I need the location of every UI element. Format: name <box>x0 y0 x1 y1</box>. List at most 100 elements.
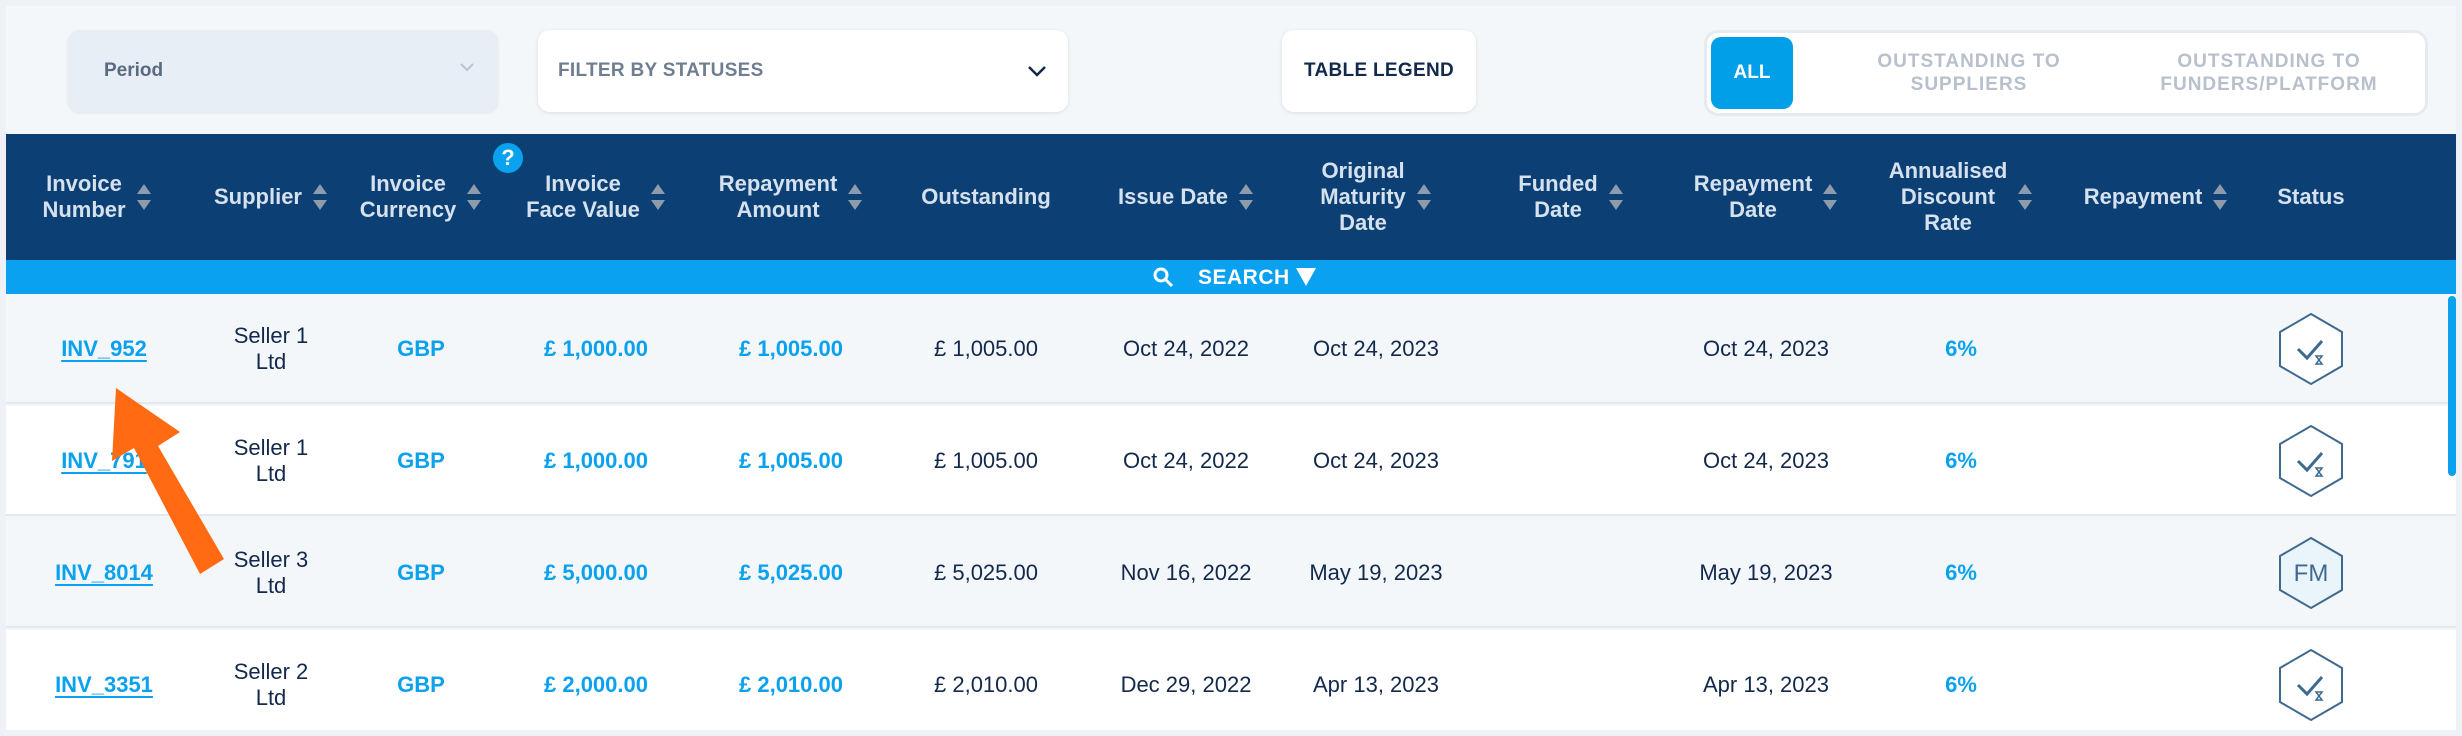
check-hexagon-icon[interactable] <box>2276 423 2346 499</box>
fm-hexagon-icon[interactable]: FM <box>2276 535 2346 611</box>
status-filter-placeholder: FILTER BY STATUSES <box>558 60 764 81</box>
period-dropdown[interactable]: Period <box>68 30 498 112</box>
repayment-amount-cell: £ 1,005.00 <box>739 448 843 473</box>
outstanding-cell: £ 1,005.00 <box>934 336 1038 361</box>
supplier-cell: Seller 3 Ltd <box>233 547 309 598</box>
column-header-annualised-discount-rate[interactable]: Annualised Discount Rate <box>1866 134 2056 260</box>
invoice-number-link: INV_8014 <box>6 518 202 628</box>
sort-icon <box>650 184 665 210</box>
segment-outstanding-to-funders[interactable]: OUTSTANDING TO FUNDERS/PLATFORM <box>2119 37 2419 109</box>
column-header-issue-date[interactable]: Issue Date <box>1086 134 1286 260</box>
table-row[interactable]: INV_3351 Seller 2 Ltd GBP £ 2,000.00 £ 2,010… <box>6 630 2456 730</box>
column-header-supplier[interactable]: Supplier <box>196 134 346 260</box>
status-filter-dropdown[interactable]: FILTER BY STATUSES <box>538 30 1068 112</box>
chevron-down-icon <box>460 63 474 72</box>
table-header: Invoice Number Supplier Invoice Currency… <box>6 134 2456 260</box>
invoice-link[interactable]: INV_8014 <box>55 560 153 586</box>
invoice-number-link: INV_952 <box>6 294 202 404</box>
currency-cell: GBP <box>397 560 445 585</box>
repayment-amount-cell: £ 2,010.00 <box>739 672 843 697</box>
check-hexagon-icon[interactable] <box>2276 647 2346 723</box>
supplier-cell: Seller 2 Ltd <box>233 659 309 710</box>
supplier-cell: Seller 1 Ltd <box>233 435 309 486</box>
help-icon[interactable]: ? <box>493 143 523 173</box>
table-row[interactable]: INV_791 Seller 1 Ltd GBP £ 1,000.00 £ 1,005.… <box>6 406 2456 516</box>
repayment-amount-cell: £ 5,025.00 <box>739 560 843 585</box>
status-cell <box>2256 406 2366 516</box>
outstanding-cell: £ 2,010.00 <box>934 672 1038 697</box>
face-value-cell: £ 1,000.00 <box>544 336 648 361</box>
chevron-down-icon <box>1028 66 1046 77</box>
column-header-repayment-date[interactable]: Repayment Date <box>1666 134 1866 260</box>
repayment-cell <box>2066 294 2246 404</box>
invoices-page: Period FILTER BY STATUSES TABLE LEGEND A… <box>6 6 2456 730</box>
issue-date-cell: Dec 29, 2022 <box>1120 672 1252 697</box>
repayment-date-cell: May 19, 2023 <box>1699 560 1833 585</box>
vertical-scrollbar[interactable] <box>2448 296 2456 476</box>
column-header-outstanding[interactable]: Outstanding <box>886 134 1086 260</box>
funded-date-cell <box>1476 630 1666 730</box>
repayment-date-cell: Oct 24, 2023 <box>1703 448 1829 473</box>
sort-icon <box>136 184 151 210</box>
maturity-date-cell: Oct 24, 2023 <box>1313 448 1439 473</box>
invoice-link[interactable]: INV_3351 <box>55 672 153 698</box>
outstanding-cell: £ 1,005.00 <box>934 448 1038 473</box>
currency-cell: GBP <box>397 336 445 361</box>
segment-outstanding-to-suppliers[interactable]: OUTSTANDING TO SUPPLIERS <box>1819 37 2119 109</box>
sort-icon <box>1608 184 1623 210</box>
table-row[interactable]: INV_8014 Seller 3 Ltd GBP £ 5,000.00 £ 5,025… <box>6 518 2456 628</box>
funded-date-cell <box>1476 518 1666 628</box>
repayment-date-cell: Apr 13, 2023 <box>1703 672 1829 697</box>
search-icon <box>1153 267 1174 288</box>
repayment-date-cell: Oct 24, 2023 <box>1703 336 1829 361</box>
repayment-cell <box>2066 518 2246 628</box>
column-header-repayment[interactable]: Repayment <box>2066 134 2246 260</box>
table-legend-label: TABLE LEGEND <box>1304 60 1454 81</box>
issue-date-cell: Nov 16, 2022 <box>1120 560 1252 585</box>
column-header-status[interactable]: Status <box>2256 134 2366 260</box>
face-value-cell: £ 2,000.00 <box>544 672 648 697</box>
currency-cell: GBP <box>397 448 445 473</box>
segment-all[interactable]: ALL <box>1711 37 1793 109</box>
sort-icon <box>848 184 863 210</box>
column-header-face-value[interactable]: Invoice Face Value <box>506 134 686 260</box>
status-cell <box>2256 294 2366 404</box>
column-header-repayment-amount[interactable]: Repayment Amount <box>696 134 886 260</box>
column-header-original-maturity-date[interactable]: Original Maturity Date <box>1286 134 1466 260</box>
search-label: SEARCH <box>1198 266 1290 289</box>
column-header-invoice-number[interactable]: Invoice Number <box>6 134 188 260</box>
sort-icon <box>1416 184 1431 210</box>
discount-rate-cell: 6% <box>1945 448 1977 473</box>
outstanding-cell: £ 5,025.00 <box>934 560 1038 585</box>
invoice-link[interactable]: INV_791 <box>61 448 147 474</box>
status-cell <box>2256 630 2366 730</box>
issue-date-cell: Oct 24, 2022 <box>1123 448 1249 473</box>
maturity-date-cell: Oct 24, 2023 <box>1313 336 1439 361</box>
repayment-amount-cell: £ 1,005.00 <box>739 336 843 361</box>
maturity-date-cell: May 19, 2023 <box>1309 560 1443 585</box>
sort-icon <box>467 184 482 210</box>
sort-icon <box>2213 184 2228 210</box>
invoice-link[interactable]: INV_952 <box>61 336 147 362</box>
period-label: Period <box>104 60 164 81</box>
funded-date-cell <box>1476 294 1666 404</box>
column-header-funded-date[interactable]: Funded Date <box>1476 134 1666 260</box>
table-row[interactable]: INV_952 Seller 1 Ltd GBP £ 1,000.00 £ 1,005.… <box>6 294 2456 404</box>
status-cell: FM <box>2256 518 2366 628</box>
face-value-cell: £ 5,000.00 <box>544 560 648 585</box>
currency-cell: GBP <box>397 672 445 697</box>
invoice-number-link: INV_791 <box>6 406 202 516</box>
sort-icon <box>313 184 327 210</box>
issue-date-cell: Oct 24, 2022 <box>1123 336 1249 361</box>
outstanding-segmented-control: ALL OUTSTANDING TO SUPPLIERS OUTSTANDING… <box>1704 30 2428 116</box>
search-toggle-bar[interactable]: SEARCH <box>6 260 2456 294</box>
funded-date-cell <box>1476 406 1666 516</box>
triangle-down-icon <box>1296 268 1316 286</box>
column-header-invoice-currency[interactable]: Invoice Currency <box>346 134 496 260</box>
discount-rate-cell: 6% <box>1945 672 1977 697</box>
maturity-date-cell: Apr 13, 2023 <box>1313 672 1439 697</box>
repayment-cell <box>2066 406 2246 516</box>
check-hexagon-icon[interactable] <box>2276 311 2346 387</box>
table-legend-button[interactable]: TABLE LEGEND <box>1282 30 1476 112</box>
status-text: FM <box>2294 560 2329 587</box>
